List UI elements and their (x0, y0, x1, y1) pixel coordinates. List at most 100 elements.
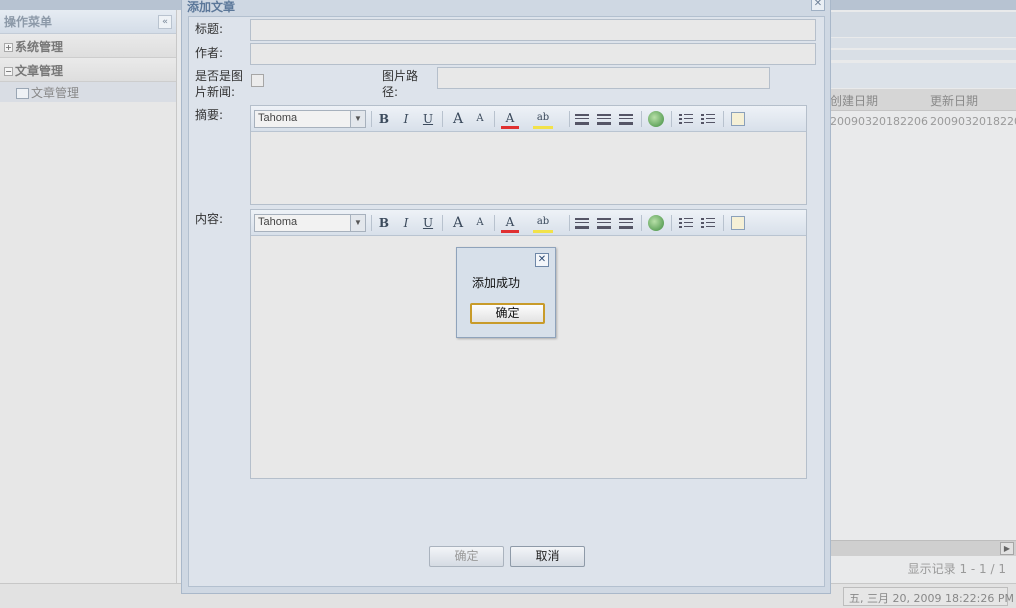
cell-created: 20090320182206 (830, 115, 928, 128)
toolbar-separator (371, 111, 372, 127)
close-icon[interactable]: ✕ (535, 253, 549, 267)
title-label: 标题: (195, 22, 224, 36)
toolbar-separator (494, 215, 495, 231)
shrink-font-button[interactable]: A (471, 111, 489, 127)
font-select-value: Tahoma (258, 216, 298, 228)
highlight-button[interactable]: ab (533, 215, 553, 233)
horizontal-scrollbar[interactable]: ▶ (829, 540, 1016, 556)
toolbar-separator (641, 111, 642, 127)
bold-button[interactable]: B (375, 215, 393, 231)
toolbar-separator (442, 111, 443, 127)
expand-icon[interactable]: + (4, 43, 13, 52)
summary-edit-area[interactable] (251, 132, 806, 204)
toolbar-separator (723, 111, 724, 127)
source-edit-icon[interactable] (731, 216, 745, 230)
align-left-icon[interactable] (575, 218, 589, 229)
shrink-font-button[interactable]: A (471, 215, 489, 231)
collapse-icon[interactable]: − (4, 67, 13, 76)
scroll-right-icon[interactable]: ▶ (1000, 542, 1014, 555)
picture-news-checkbox[interactable] (251, 74, 264, 87)
ordered-list-icon[interactable] (679, 217, 693, 229)
tree-leaf-article-manage[interactable]: 文章管理 (0, 82, 176, 102)
ordered-list-icon[interactable] (679, 113, 693, 125)
tree-leaf-label: 文章管理 (31, 86, 80, 100)
toolbar-separator (494, 111, 495, 127)
toolbar-separator (442, 215, 443, 231)
source-edit-icon[interactable] (731, 112, 745, 126)
picture-news-label-line1: 是否是图 (195, 69, 244, 83)
align-right-icon[interactable] (619, 218, 633, 229)
tree-group-articles[interactable]: − 文章管理 (0, 58, 176, 82)
toolbar-separator (641, 215, 642, 231)
align-center-icon[interactable] (597, 114, 611, 125)
tree-group-label: 文章管理 (15, 64, 64, 78)
grow-font-button[interactable]: A (449, 215, 467, 231)
picture-path-label-line2: 径: (382, 85, 399, 99)
window-title: 添加文章 (187, 0, 236, 14)
underline-button[interactable]: U (419, 215, 437, 231)
tab-strip (829, 38, 1016, 48)
link-icon[interactable] (648, 215, 664, 231)
picture-news-label-line2: 片新闻: (195, 85, 236, 99)
grid-header: 创建日期 更新日期 (829, 89, 1016, 111)
pager-info: 显示记录 1 - 1 / 1 (907, 562, 1006, 576)
sidebar: 操作菜单 « + 系统管理 − 文章管理 文章管理 (0, 10, 177, 583)
font-select[interactable]: Tahoma ▼ (254, 110, 366, 128)
tree-group-system[interactable]: + 系统管理 (0, 34, 176, 58)
font-color-button[interactable]: A (501, 215, 519, 233)
font-color-button[interactable]: A (501, 111, 519, 129)
font-select[interactable]: Tahoma ▼ (254, 214, 366, 232)
ok-button[interactable]: 确定 (429, 546, 504, 567)
align-right-icon[interactable] (619, 114, 633, 125)
author-input[interactable] (250, 43, 816, 65)
table-row[interactable]: 20090320182206 20090320182206 (829, 112, 1016, 134)
success-alert: ✕ 添加成功 确定 (456, 247, 556, 338)
column-header-created[interactable]: 创建日期 (830, 92, 878, 109)
alert-message: 添加成功 (472, 276, 521, 290)
content-label: 内容: (195, 212, 224, 226)
grow-font-button[interactable]: A (449, 111, 467, 127)
grid-toolbar (829, 63, 1016, 88)
unordered-list-icon[interactable] (701, 217, 715, 229)
bold-button[interactable]: B (375, 111, 393, 127)
chevron-down-icon: ▼ (350, 215, 365, 231)
unordered-list-icon[interactable] (701, 113, 715, 125)
toolbar-separator (569, 111, 570, 127)
toolbar-separator (723, 215, 724, 231)
content-pane: 创建日期 更新日期 20090320182206 20090320182206 … (829, 10, 1016, 583)
cell-updated: 20090320182206 (930, 115, 1016, 128)
align-left-icon[interactable] (575, 114, 589, 125)
title-input[interactable] (250, 19, 816, 41)
content-toolbar: Tahoma ▼ B I U A A A ab (251, 210, 806, 236)
picture-path-label-line1: 图片路 (382, 69, 419, 83)
link-icon[interactable] (648, 111, 664, 127)
underline-button[interactable]: U (419, 111, 437, 127)
italic-button[interactable]: I (397, 215, 415, 231)
cancel-button[interactable]: 取消 (510, 546, 585, 567)
toolbar-separator (569, 215, 570, 231)
author-label: 作者: (195, 46, 224, 60)
tree-group-label: 系统管理 (15, 40, 64, 54)
summary-editor: Tahoma ▼ B I U A A A ab (250, 105, 807, 205)
sidebar-header: 操作菜单 « (0, 10, 176, 34)
italic-button[interactable]: I (397, 111, 415, 127)
highlight-button[interactable]: ab (533, 111, 553, 129)
picture-path-input[interactable] (437, 67, 770, 89)
chevron-down-icon: ▼ (350, 111, 365, 127)
toolbar-separator (671, 215, 672, 231)
column-header-updated[interactable]: 更新日期 (930, 92, 978, 109)
align-center-icon[interactable] (597, 218, 611, 229)
panel-header (829, 12, 1016, 37)
window-close-icon[interactable]: ✕ (811, 0, 825, 11)
toolbar-separator (671, 111, 672, 127)
status-clock: 五, 三月 20, 2009 18:22:26 PM (843, 587, 1014, 606)
font-select-value: Tahoma (258, 112, 298, 124)
alert-ok-button[interactable]: 确定 (470, 303, 545, 324)
document-icon (16, 88, 29, 99)
summary-toolbar: Tahoma ▼ B I U A A A ab (251, 106, 806, 132)
toolbar-strip (829, 50, 1016, 60)
sidebar-title: 操作菜单 (4, 15, 53, 29)
summary-label: 摘要: (195, 108, 224, 122)
collapse-sidebar-icon[interactable]: « (158, 15, 172, 29)
toolbar-separator (371, 215, 372, 231)
